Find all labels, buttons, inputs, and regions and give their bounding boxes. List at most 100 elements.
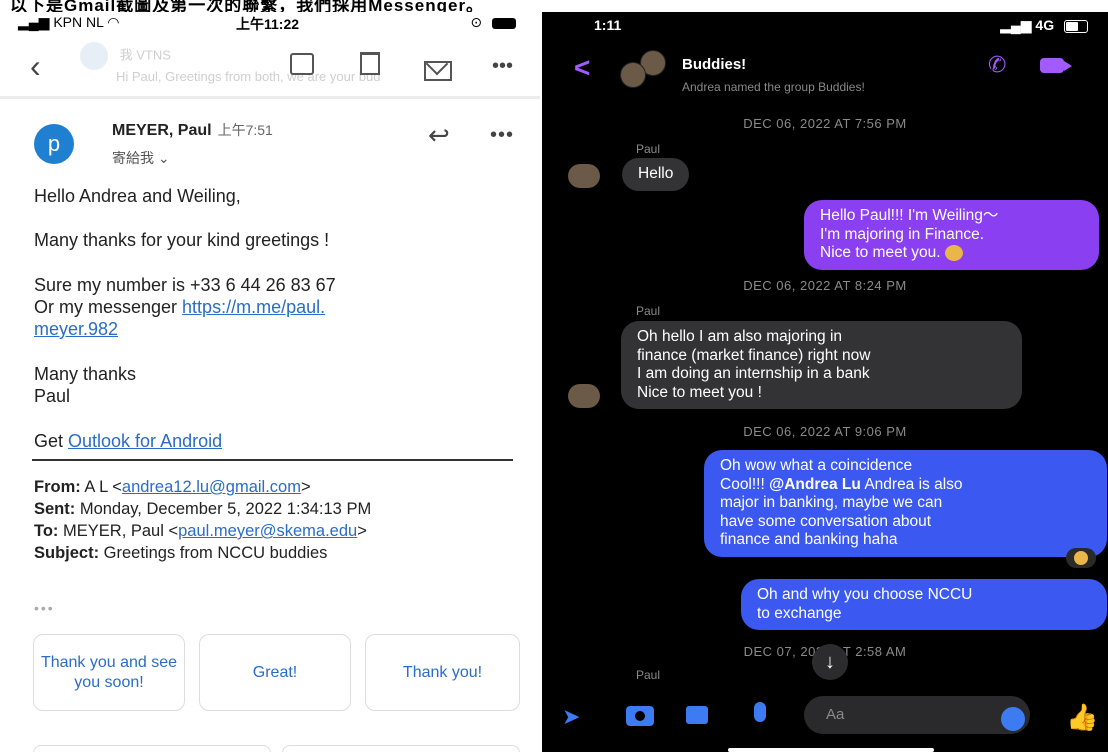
to-label: To: (34, 522, 59, 540)
caption-text: 以下是Gmail截圖及第一次的聯繫，我們採用Messenger。 (10, 0, 485, 12)
smart-reply-3[interactable]: Thank you! (365, 634, 520, 711)
msg-text: Cool!!! (720, 475, 770, 493)
faded-sender: 我 VTNS (119, 47, 171, 63)
message-bubble-andrea[interactable]: Oh wow what a coincidence Cool!!! @Andre… (704, 450, 1107, 557)
show-quoted-ellipsis[interactable]: ••• (34, 600, 55, 616)
msg-line: I am doing an internship in a bank (637, 365, 870, 382)
timestamp-3: DEC 06, 2022 AT 9:06 PM (743, 424, 907, 439)
starstruck-emoji-icon (944, 244, 963, 261)
overflow-menu-icon[interactable]: ••• (492, 52, 513, 80)
messenger-line: Or my messenger https://m.me/paul. (34, 296, 325, 318)
message-bubble-why-nccu[interactable]: Oh and why you choose NCCU to exchange (741, 579, 1107, 630)
mail-toolbar: 我 VTNS Hi Paul, Greetings from both, we … (0, 38, 540, 99)
quoted-subject: Subject: Greetings from NCCU buddies (34, 544, 327, 563)
from-value: A L < (80, 478, 122, 496)
bottom-action-left[interactable] (33, 745, 271, 752)
camera-icon[interactable] (626, 706, 654, 726)
sent-label: Sent: (34, 500, 76, 518)
group-avatar[interactable] (620, 50, 666, 88)
greeting: Hello Andrea and Weiling, (34, 186, 241, 206)
scroll-down-arrow-icon[interactable]: ↓ (812, 644, 848, 680)
from-email-link[interactable]: andrea12.lu@gmail.com (122, 478, 301, 496)
thumbs-up-icon[interactable]: 👍 (1066, 702, 1098, 733)
recipient-summary[interactable]: 寄給我 ⌄ (112, 148, 170, 168)
sender-name-text: MEYER, Paul (112, 122, 212, 139)
subject-value: Greetings from NCCU buddies (99, 544, 328, 562)
msg-line: finance and banking haha (720, 531, 898, 548)
microphone-icon[interactable] (754, 702, 766, 722)
to-email-link[interactable]: paul.meyer@skema.edu (178, 522, 357, 540)
trash-icon[interactable] (360, 52, 380, 80)
sender-name: MEYER, Paul 上午7:51 (112, 120, 273, 140)
sent-value: Monday, December 5, 2022 1:34:13 PM (75, 500, 372, 518)
phone-line: Sure my number is +33 6 44 26 83 67 (34, 275, 336, 295)
carrier: ▂▄▆ KPN NL ◠ (18, 14, 120, 31)
signal-icon: ▂▄▆ (18, 14, 50, 30)
msg-line: Cool!!! @Andrea Lu Andrea is also (720, 476, 1091, 495)
battery-icon (492, 17, 516, 29)
to-value: MEYER, Paul < (58, 522, 179, 540)
messenger-prefix: Or my messenger (34, 297, 183, 317)
location-arrow-icon[interactable]: ➤ (562, 704, 580, 730)
phone-call-icon[interactable]: ✆ (988, 52, 1006, 78)
status-time: 1:11 (594, 17, 622, 33)
signal-icon: ▂▄▆ (1000, 17, 1032, 33)
get-prefix: Get (34, 431, 69, 451)
video-call-icon[interactable] (1040, 58, 1072, 73)
smile-emoji-icon (1074, 551, 1088, 565)
msg-line: have some conversation about (720, 512, 932, 530)
status-icons: ⊙ (470, 14, 516, 31)
archive-icon[interactable] (290, 52, 314, 80)
outlook-link[interactable]: Outlook for Android (68, 431, 222, 451)
status-bar: ▂▄▆ KPN NL ◠ 上午11:22 ⊙ (0, 12, 540, 34)
messenger-panel: 1:11 ▂▄▆ 4G < Buddies! Andrea named the … (542, 12, 1108, 752)
msg-line: to exchange (757, 604, 842, 622)
status-time: 上午11:22 (236, 16, 300, 32)
message-bubble-weiling-intro[interactable]: Hello Paul!!! I'm Weiling～ I'm majoring … (804, 200, 1099, 270)
message-bubble-hello[interactable]: Hello (622, 158, 690, 191)
mention-tag[interactable]: @Andrea Lu (769, 476, 861, 493)
bottom-action-right[interactable] (282, 745, 520, 752)
reply-icon[interactable]: ↩ (428, 120, 450, 151)
paul-avatar (568, 164, 600, 188)
signature-name: Paul (34, 386, 71, 406)
smart-reply-2[interactable]: Great! (199, 634, 351, 711)
carrier-name: KPN NL (53, 14, 104, 30)
msg-text: Andrea is also (860, 475, 963, 493)
msg-line: finance (market finance) right now (637, 346, 871, 364)
msg-line: Oh and why you choose NCCU (757, 586, 973, 603)
gallery-icon[interactable] (686, 706, 708, 724)
sender-avatar: p (34, 124, 74, 164)
msg-line: Hello Paul!!! I'm Weiling～ (820, 207, 999, 224)
messenger-link-part1[interactable]: https://m.me/paul. (182, 297, 325, 317)
msg-text: Nice to meet you. (820, 244, 941, 261)
mail-icon[interactable] (424, 58, 452, 86)
messenger-link-line2: meyer.982 (34, 318, 118, 340)
faded-avatar (80, 42, 108, 70)
wifi-icon: ◠ (107, 14, 120, 30)
to-close: > (357, 522, 367, 540)
thanks-line: Many thanks for your kind greetings ! (34, 230, 330, 250)
battery-icon (1064, 19, 1088, 33)
status-bar: 1:11 ▂▄▆ 4G (542, 12, 1108, 38)
message-bubble-paul-reply[interactable]: Oh hello I am also majoring in finance (… (621, 321, 1022, 409)
quoted-to: To: MEYER, Paul <paul.meyer@skema.edu> (34, 522, 367, 541)
quoted-sent: Sent: Monday, December 5, 2022 1:34:13 P… (34, 500, 371, 519)
back-arrow-icon[interactable]: ‹ (30, 50, 41, 82)
paul-avatar (568, 384, 600, 408)
msg-line: Oh wow what a coincidence (720, 457, 913, 474)
msg-line: Nice to meet you. (820, 244, 1083, 263)
back-icon[interactable]: < (574, 52, 590, 84)
message-menu-icon[interactable]: ••• (490, 124, 514, 147)
emoji-picker-icon[interactable] (1001, 707, 1025, 731)
group-title[interactable]: Buddies! (682, 56, 746, 73)
from-label: From: (34, 478, 81, 496)
messenger-link-part2[interactable]: meyer.982 (34, 319, 118, 339)
msg-line: major in banking, maybe we can (720, 494, 943, 511)
reaction-badge[interactable] (1066, 548, 1096, 568)
timestamp-2: DEC 06, 2022 AT 8:24 PM (743, 278, 907, 293)
smart-reply-1[interactable]: Thank you and see you soon! (33, 634, 185, 711)
composer-bar: ➤ Aa 👍 (542, 684, 1108, 752)
closing: Many thanks (34, 364, 137, 384)
message-input[interactable]: Aa (804, 696, 1030, 734)
